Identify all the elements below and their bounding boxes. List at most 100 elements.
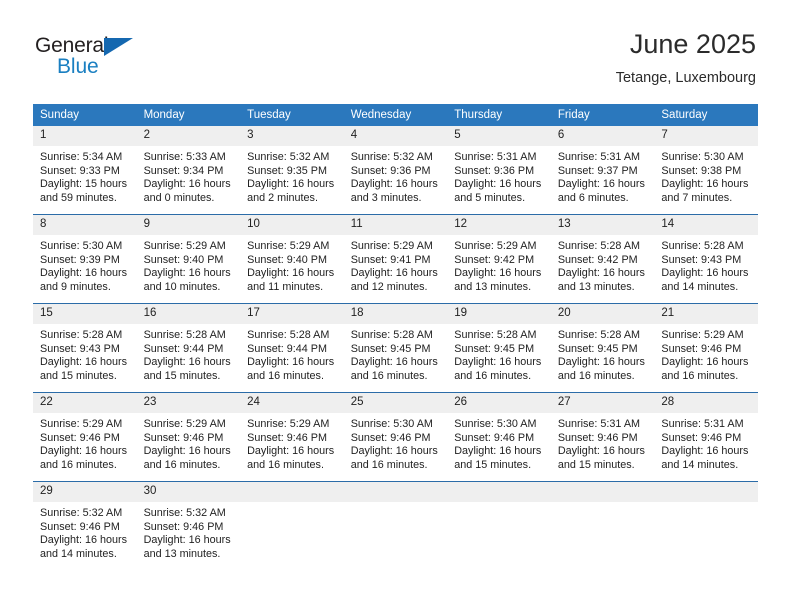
daylight-line-1: Daylight: 16 hours <box>143 178 231 191</box>
day-details: Sunrise: 5:29 AM Sunset: 9:46 PM Daylight:… <box>33 413 137 472</box>
calendar-day-cell-empty <box>240 481 344 570</box>
daylight-line-2: and 2 minutes. <box>247 191 318 204</box>
sunset-time: Sunset: 9:36 PM <box>454 164 535 177</box>
day-number: 17 <box>240 304 344 324</box>
day-number <box>447 482 551 502</box>
day-details: Sunrise: 5:32 AM Sunset: 9:36 PM Daylight:… <box>344 146 448 205</box>
sunrise-time: Sunrise: 5:29 AM <box>143 418 226 430</box>
calendar-day-cell: 22 Sunrise: 5:29 AM Sunset: 9:46 PM Dayligh… <box>33 392 137 482</box>
calendar-day-cell: 7 Sunrise: 5:30 AM Sunset: 9:38 PM Daylight… <box>654 126 758 215</box>
sunrise-time: Sunrise: 5:32 AM <box>247 151 330 163</box>
calendar-header-row: Sunday Monday Tuesday Wednesday Thursday… <box>33 104 758 126</box>
day-details: Sunrise: 5:30 AM Sunset: 9:38 PM Daylight:… <box>654 146 758 205</box>
daylight-line-2: and 15 minutes. <box>454 458 532 471</box>
calendar-day-cell: 11 Sunrise: 5:29 AM Sunset: 9:41 PM Dayligh… <box>343 214 448 304</box>
daylight-line-1: Daylight: 16 hours <box>557 267 645 280</box>
sunset-time: Sunset: 9:45 PM <box>350 342 431 355</box>
calendar-day-cell: 25 Sunrise: 5:30 AM Sunset: 9:46 PM Dayligh… <box>343 392 448 482</box>
day-details: Sunrise: 5:33 AM Sunset: 9:34 PM Daylight:… <box>137 146 241 205</box>
calendar-day-cell: 18 Sunrise: 5:28 AM Sunset: 9:45 PM Dayligh… <box>343 303 448 393</box>
sunset-time: Sunset: 9:37 PM <box>557 164 638 177</box>
day-number: 13 <box>550 215 655 235</box>
calendar-week-row: 22 Sunrise: 5:29 AM Sunset: 9:46 PM Dayligh… <box>33 392 758 482</box>
calendar-day-cell: 27 Sunrise: 5:31 AM Sunset: 9:46 PM Dayligh… <box>550 392 655 482</box>
title-block: June 2025 Tetange, Luxembourg <box>616 28 756 88</box>
sunset-time: Sunset: 9:46 PM <box>143 431 224 444</box>
daylight-line-1: Daylight: 16 hours <box>454 267 542 280</box>
calendar-day-cell: 24 Sunrise: 5:29 AM Sunset: 9:46 PM Dayligh… <box>240 392 344 482</box>
calendar-week-row: 15 Sunrise: 5:28 AM Sunset: 9:43 PM Dayligh… <box>33 303 758 393</box>
day-number: 15 <box>33 304 137 324</box>
day-number: 30 <box>136 482 241 502</box>
day-details: Sunrise: 5:29 AM Sunset: 9:46 PM Daylight:… <box>654 324 758 383</box>
sunset-time: Sunset: 9:40 PM <box>143 253 224 266</box>
day-number <box>654 482 758 502</box>
daylight-line-1: Daylight: 16 hours <box>40 267 128 280</box>
daylight-line-1: Daylight: 16 hours <box>247 356 335 369</box>
daylight-line-1: Daylight: 16 hours <box>454 356 542 369</box>
sunrise-time: Sunrise: 5:28 AM <box>247 329 330 341</box>
sunset-time: Sunset: 9:45 PM <box>454 342 535 355</box>
calendar-day-cell: 9 Sunrise: 5:29 AM Sunset: 9:40 PM Daylight… <box>136 214 241 304</box>
sunrise-time: Sunrise: 5:32 AM <box>350 151 433 163</box>
daylight-line-1: Daylight: 16 hours <box>661 356 749 369</box>
calendar-table: Sunday Monday Tuesday Wednesday Thursday… <box>33 104 758 570</box>
sunrise-time: Sunrise: 5:31 AM <box>557 151 641 163</box>
calendar-day-cell: 3 Sunrise: 5:32 AM Sunset: 9:35 PM Daylight… <box>240 126 344 215</box>
calendar-day-cell: 10 Sunrise: 5:29 AM Sunset: 9:40 PM Dayligh… <box>240 214 344 304</box>
calendar-day-cell: 21 Sunrise: 5:29 AM Sunset: 9:46 PM Dayligh… <box>654 303 758 393</box>
calendar-day-cell: 12 Sunrise: 5:29 AM Sunset: 9:42 PM Dayligh… <box>447 214 551 304</box>
day-number: 25 <box>343 393 448 413</box>
daylight-line-2: and 16 minutes. <box>247 369 324 382</box>
calendar-day-cell: 15 Sunrise: 5:28 AM Sunset: 9:43 PM Dayligh… <box>33 303 137 393</box>
day-number: 20 <box>550 304 655 324</box>
calendar-day-cell: 20 Sunrise: 5:28 AM Sunset: 9:45 PM Dayligh… <box>550 303 655 393</box>
day-number: 24 <box>240 393 344 413</box>
page-subtitle: Tetange, Luxembourg <box>615 70 756 86</box>
day-details: Sunrise: 5:31 AM Sunset: 9:46 PM Daylight:… <box>551 413 655 472</box>
calendar-day-cell: 5 Sunrise: 5:31 AM Sunset: 9:36 PM Daylight… <box>447 126 551 215</box>
daylight-line-2: and 13 minutes. <box>454 280 532 293</box>
page-header: General Blue June 2025 Tetange, Luxembou… <box>0 0 792 100</box>
sunrise-time: Sunrise: 5:30 AM <box>454 418 537 430</box>
calendar-week-row: 8 Sunrise: 5:30 AM Sunset: 9:39 PM Daylight… <box>33 214 758 304</box>
sunrise-time: Sunrise: 5:28 AM <box>143 329 226 341</box>
day-number: 27 <box>550 393 655 413</box>
column-header-saturday: Saturday <box>654 104 758 126</box>
daylight-line-1: Daylight: 16 hours <box>40 534 128 547</box>
sunrise-time: Sunrise: 5:34 AM <box>40 151 123 163</box>
daylight-line-2: and 16 minutes. <box>40 458 117 471</box>
sunrise-time: Sunrise: 5:32 AM <box>143 507 226 519</box>
sunrise-time: Sunrise: 5:30 AM <box>40 240 123 252</box>
day-details: Sunrise: 5:34 AM Sunset: 9:33 PM Daylight:… <box>33 146 137 205</box>
daylight-line-2: and 3 minutes. <box>350 191 422 204</box>
day-number: 21 <box>654 304 758 324</box>
day-number: 8 <box>33 215 137 235</box>
calendar-day-cell: 14 Sunrise: 5:28 AM Sunset: 9:43 PM Dayligh… <box>654 214 758 304</box>
calendar-day-cell: 1 Sunrise: 5:34 AM Sunset: 9:33 PM Daylight… <box>33 126 137 215</box>
sunrise-time: Sunrise: 5:30 AM <box>350 418 433 430</box>
column-header-sunday: Sunday <box>33 104 137 126</box>
calendar-day-cell: 16 Sunrise: 5:28 AM Sunset: 9:44 PM Dayligh… <box>136 303 241 393</box>
daylight-line-1: Daylight: 16 hours <box>454 445 542 458</box>
sunset-time: Sunset: 9:46 PM <box>40 431 120 444</box>
daylight-line-1: Daylight: 16 hours <box>557 445 645 458</box>
daylight-line-1: Daylight: 16 hours <box>40 445 128 458</box>
daylight-line-2: and 13 minutes. <box>143 547 221 560</box>
sunrise-time: Sunrise: 5:28 AM <box>557 240 641 252</box>
sunrise-time: Sunrise: 5:32 AM <box>40 507 123 519</box>
sunrise-time: Sunrise: 5:29 AM <box>454 240 537 252</box>
calendar-week-row: 29 Sunrise: 5:32 AM Sunset: 9:46 PM Dayligh… <box>33 481 758 570</box>
sunset-time: Sunset: 9:36 PM <box>350 164 431 177</box>
day-details: Sunrise: 5:29 AM Sunset: 9:46 PM Daylight:… <box>240 413 344 472</box>
daylight-line-2: and 13 minutes. <box>557 280 635 293</box>
sunset-time: Sunset: 9:46 PM <box>661 342 742 355</box>
daylight-line-1: Daylight: 16 hours <box>143 445 231 458</box>
daylight-line-1: Daylight: 16 hours <box>350 356 438 369</box>
calendar-body: 1 Sunrise: 5:34 AM Sunset: 9:33 PM Daylight… <box>33 126 758 570</box>
sunrise-time: Sunrise: 5:29 AM <box>661 329 744 341</box>
sunrise-time: Sunrise: 5:33 AM <box>143 151 226 163</box>
sunrise-time: Sunrise: 5:28 AM <box>454 329 537 341</box>
general-blue-logo: General Blue <box>35 34 225 86</box>
daylight-line-2: and 16 minutes. <box>557 369 635 382</box>
